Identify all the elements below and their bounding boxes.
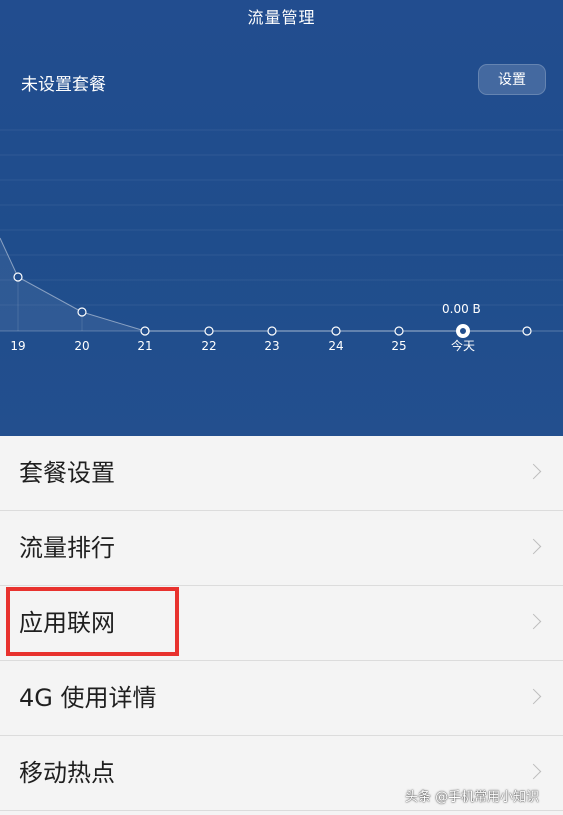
chart-area [0, 237, 527, 332]
menu-item-label: 套餐设置 [19, 459, 115, 487]
chart-point [394, 326, 404, 336]
chevron-right-icon [525, 613, 542, 630]
chart-x-tick-label: 今天 [451, 338, 475, 353]
chart-x-tick-label: 23 [264, 339, 279, 353]
chart-point [267, 326, 277, 336]
menu-item-4g-usage[interactable]: 4G 使用详情 [0, 661, 563, 736]
menu-item-label: 应用联网 [19, 609, 115, 637]
menu-item-traffic-ranking[interactable]: 流量排行 [0, 511, 563, 586]
chart-x-tick-label: 24 [328, 339, 343, 353]
chart-x-tick-label: 21 [137, 339, 152, 353]
menu-item-plan-settings[interactable]: 套餐设置 [0, 436, 563, 511]
chart-x-tick-label: 22 [201, 339, 216, 353]
chart-x-tick-label: 20 [74, 339, 89, 353]
settings-menu: 套餐设置 流量排行 应用联网 4G 使用详情 移动热点 [0, 436, 563, 811]
traffic-header: 流量管理 未设置套餐 设置 19 20 21 22 23 24 25 今天 0.00 B [0, 0, 563, 436]
chart-area-fill [0, 238, 145, 331]
chart-gridlines [0, 129, 563, 332]
chart-point [77, 307, 87, 317]
chart-point [522, 326, 532, 336]
chevron-right-icon [525, 688, 542, 705]
menu-item-label: 4G 使用详情 [19, 684, 157, 712]
chevron-right-icon [525, 463, 542, 480]
chart-x-tick-label: 19 [10, 339, 25, 353]
chart-point [13, 272, 23, 282]
menu-item-label: 移动热点 [19, 759, 115, 787]
watermark-text: 头条 @手机常用小知识 [405, 790, 540, 805]
menu-item-app-network[interactable]: 应用联网 [0, 586, 563, 661]
chart-x-tick-label: 25 [391, 339, 406, 353]
traffic-chart: 19 20 21 22 23 24 25 今天 [0, 129, 563, 353]
chart-point [140, 326, 150, 336]
chart-x-labels: 19 20 21 22 23 24 25 今天 [10, 338, 475, 353]
chart-point-today-inner [460, 328, 466, 334]
chart-point [204, 326, 214, 336]
chevron-right-icon [525, 763, 542, 780]
today-usage-value: 0.00 B [442, 302, 481, 316]
chart-point [331, 326, 341, 336]
menu-item-label: 流量排行 [19, 534, 115, 562]
chevron-right-icon [525, 538, 542, 555]
